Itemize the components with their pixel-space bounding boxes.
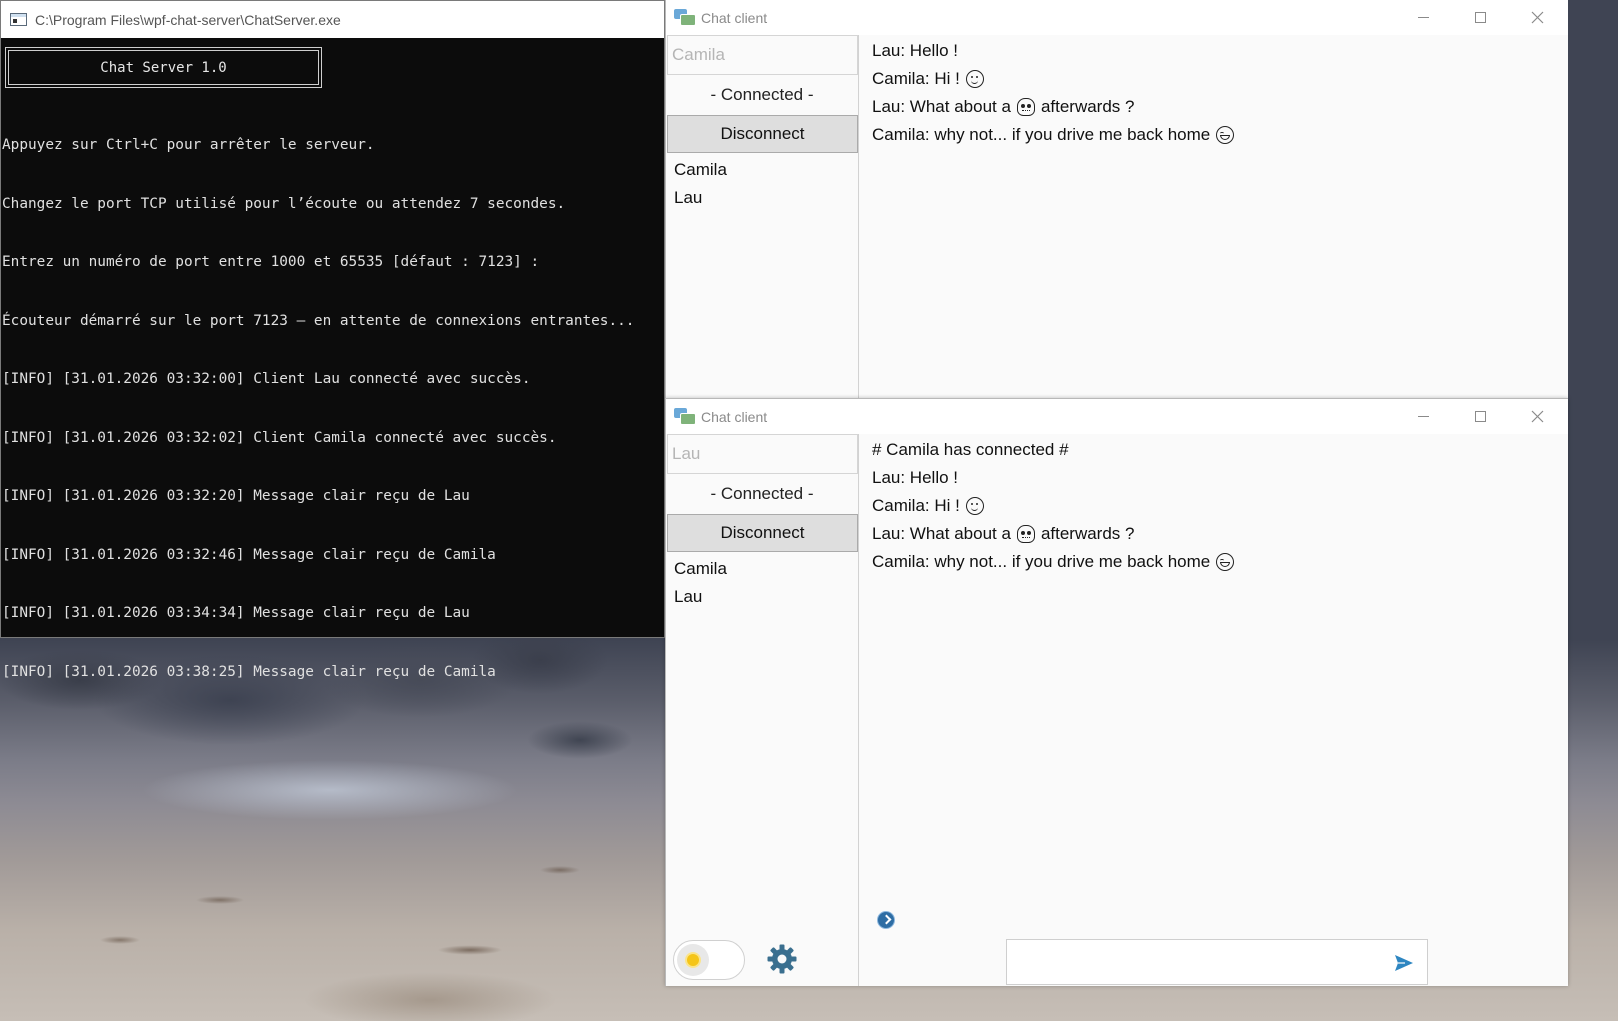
username-input[interactable]	[667, 434, 858, 474]
connection-status: - Connected -	[710, 484, 814, 503]
console-line: [INFO] [31.01.2026 03:32:20] Message cla…	[2, 488, 470, 504]
minimize-button[interactable]	[1395, 399, 1452, 434]
smile-emoji-icon	[965, 497, 984, 515]
chat-sidebar: - Connected - Disconnect Camila Lau	[666, 434, 859, 986]
chat-window-title: Chat client	[701, 408, 768, 425]
message-item: Camila: Hi !	[872, 492, 1568, 520]
user-list-item[interactable]: Camila	[666, 156, 858, 184]
message-text: Lau: Hello !	[872, 468, 958, 487]
message-item: Camila: Hi !	[872, 65, 1568, 93]
console-app-icon	[10, 13, 27, 26]
maximize-icon	[1475, 411, 1486, 422]
system-message: # Camila has connected #	[872, 436, 1568, 464]
smile-emoji-icon	[965, 70, 984, 88]
skull-emoji-icon	[1016, 525, 1035, 543]
server-banner-text: Chat Server 1.0	[8, 50, 319, 85]
message-text-after: afterwards ?	[1040, 97, 1135, 116]
user-list: Camila Lau	[666, 555, 858, 611]
maximize-button[interactable]	[1452, 399, 1509, 434]
user-list-item[interactable]: Lau	[666, 583, 858, 611]
message-list: # Camila has connected # Lau: Hello ! Ca…	[872, 436, 1568, 576]
disconnect-button[interactable]: Disconnect	[667, 115, 858, 153]
message-text: Camila: why not... if you drive me back …	[872, 552, 1211, 571]
settings-button[interactable]	[765, 942, 799, 976]
grin-emoji-icon	[1216, 553, 1235, 571]
message-text: Lau: What about a	[872, 524, 1011, 543]
console-line: Changez le port TCP utilisé pour l’écout…	[2, 195, 566, 212]
chat-titlebar[interactable]: Chat client	[666, 399, 1568, 434]
disconnect-button[interactable]: Disconnect	[667, 514, 858, 552]
user-list-item[interactable]: Lau	[666, 184, 858, 212]
user-list-item[interactable]: Camila	[666, 555, 858, 583]
toggle-knob	[677, 944, 709, 976]
close-button[interactable]	[1509, 0, 1566, 35]
message-text: Lau: Hello !	[872, 41, 958, 60]
message-input[interactable]	[1006, 939, 1428, 985]
message-item: Camila: why not... if you drive me back …	[872, 548, 1568, 576]
console-line: [INFO] [31.01.2026 03:32:46] Message cla…	[2, 546, 496, 563]
close-icon	[1531, 410, 1544, 423]
chat-app-icon	[674, 9, 696, 26]
message-item: Lau: Hello !	[872, 464, 1568, 492]
console-line: Entrez un numéro de port entre 1000 et 6…	[2, 254, 540, 270]
username-input[interactable]	[667, 35, 858, 75]
grin-emoji-icon	[1216, 126, 1235, 144]
chat-sidebar: - Connected - Disconnect Camila Lau	[666, 35, 859, 398]
console-line: Appuyez sur Ctrl+C pour arrêter le serve…	[2, 137, 375, 153]
chevron-right-icon[interactable]	[877, 911, 895, 929]
message-text: Camila: Hi !	[872, 69, 960, 88]
connection-status: - Connected -	[710, 85, 814, 104]
message-text: Camila: why not... if you drive me back …	[872, 125, 1211, 144]
message-item: Lau: Hello !	[872, 37, 1568, 65]
message-item: Camila: why not... if you drive me back …	[872, 121, 1568, 149]
console-line: Écouteur démarré sur le port 7123 — en a…	[2, 312, 635, 329]
chat-client-window-lau: Chat client - Connected - Disconnect Cam…	[665, 398, 1568, 986]
console-line: [INFO] [31.01.2026 03:32:02] Client Cami…	[2, 429, 557, 446]
console-line: [INFO] [31.01.2026 03:34:34] Message cla…	[2, 605, 470, 621]
close-icon	[1531, 11, 1544, 24]
console-line: [INFO] [31.01.2026 03:38:25] Message cla…	[2, 663, 496, 680]
message-text: # Camila has connected #	[872, 440, 1069, 459]
minimize-icon	[1418, 416, 1429, 417]
skull-emoji-icon	[1016, 98, 1035, 116]
message-item: Lau: What about a afterwards ?	[872, 520, 1568, 548]
maximize-button[interactable]	[1452, 0, 1509, 35]
chat-app-icon	[674, 408, 696, 425]
minimize-button[interactable]	[1395, 0, 1452, 35]
maximize-icon	[1475, 12, 1486, 23]
console-line: [INFO] [31.01.2026 03:32:00] Client Lau …	[2, 371, 531, 387]
minimize-icon	[1418, 17, 1429, 18]
message-item: Lau: What about a afterwards ?	[872, 93, 1568, 121]
close-button[interactable]	[1509, 399, 1566, 434]
user-list: Camila Lau	[666, 156, 858, 212]
console-log: Appuyez sur Ctrl+C pour arrêter le serve…	[2, 97, 664, 721]
send-icon	[1395, 955, 1413, 971]
console-window-title: C:\Program Files\wpf-chat-server\ChatSer…	[35, 11, 341, 28]
sun-icon	[687, 954, 699, 966]
message-text: Lau: What about a	[872, 97, 1011, 116]
server-console-window: C:\Program Files\wpf-chat-server\ChatSer…	[0, 0, 665, 680]
chat-window-title: Chat client	[701, 9, 768, 26]
server-banner: Chat Server 1.0	[5, 47, 322, 88]
gear-icon	[767, 944, 797, 974]
theme-toggle[interactable]	[673, 940, 745, 980]
chat-client-window-camila: Chat client - Connected - Disconnect Cam…	[665, 0, 1568, 398]
message-text-after: afterwards ?	[1040, 524, 1135, 543]
send-button[interactable]	[1393, 952, 1415, 974]
console-titlebar[interactable]: C:\Program Files\wpf-chat-server\ChatSer…	[1, 1, 664, 38]
chat-titlebar[interactable]: Chat client	[666, 0, 1568, 35]
message-text: Camila: Hi !	[872, 496, 960, 515]
message-list: Lau: Hello ! Camila: Hi ! Lau: What abou…	[872, 37, 1568, 149]
